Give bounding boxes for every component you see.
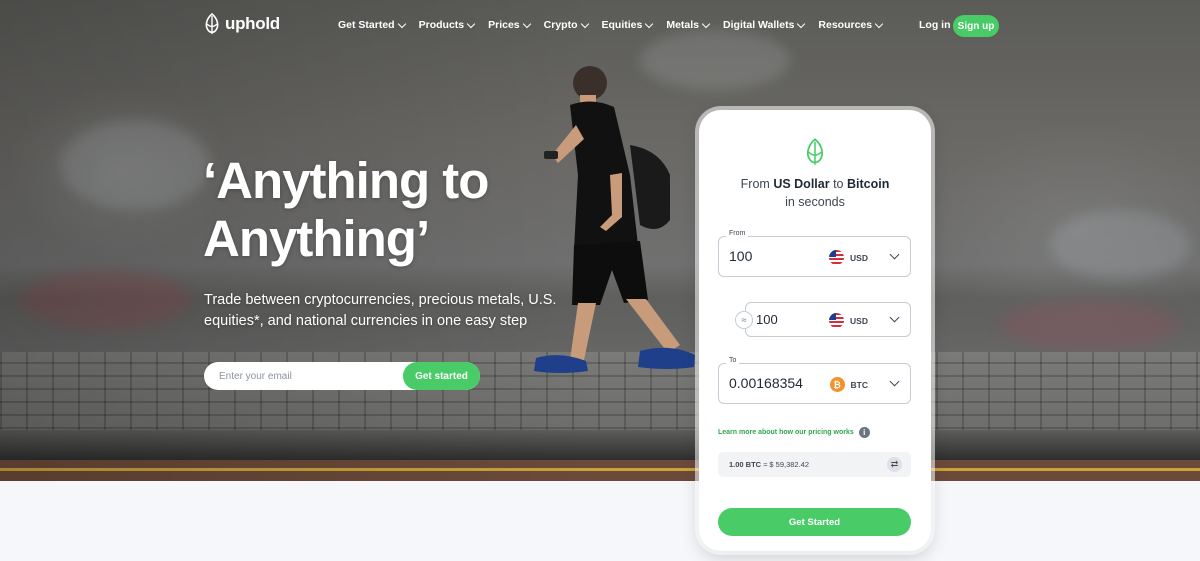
rate-quote: ≈ $ 59,382.42: [763, 460, 810, 469]
pricing-link-text: Learn more about how our pricing works: [718, 429, 854, 436]
title-prefix: From: [740, 177, 770, 191]
chevron-down-icon: [797, 19, 806, 28]
hero-background: [0, 0, 1200, 481]
to-label: To: [726, 357, 740, 364]
nav-item-label: Prices: [488, 19, 520, 31]
rate-text: 1.00 BTC ≈ $ 59,382.42: [729, 460, 809, 469]
nav-metals[interactable]: Metals: [666, 19, 711, 31]
nav-item-label: Crypto: [543, 19, 578, 31]
hero-subtext: Trade between cryptocurrencies, precious…: [204, 292, 557, 329]
title-suffix: in seconds: [785, 195, 845, 209]
title-to-currency: Bitcoin: [846, 177, 890, 191]
info-icon: i: [858, 427, 870, 438]
widget-get-started-button[interactable]: Get Started: [718, 508, 911, 536]
get-started-button[interactable]: Get started: [403, 362, 480, 390]
us-flag-icon: [829, 250, 845, 265]
nav-item-label: Digital Wallets: [723, 19, 795, 31]
chevron-down-icon: [701, 19, 711, 28]
nav-resources[interactable]: Resources: [818, 19, 884, 31]
nav-get-started[interactable]: Get Started: [338, 19, 406, 31]
pricing-info-link[interactable]: Learn more about how our pricing works i: [718, 427, 870, 438]
chevron-down-icon: [397, 19, 406, 28]
headline-line-2: Anything’: [203, 210, 430, 267]
logo-text: uphold: [225, 14, 280, 33]
headline-line-1: ‘Anything to: [203, 152, 489, 209]
email-signup-form: Get started: [204, 362, 480, 390]
uphold-logo[interactable]: uphold: [204, 13, 280, 35]
from-currency-select[interactable]: USD: [829, 250, 868, 265]
nav-digital-wallets[interactable]: Digital Wallets: [723, 19, 806, 31]
conversion-widget: From US Dollar to Bitcoin in seconds Fro…: [699, 110, 931, 551]
top-nav: uphold Get Started Products Prices Crypt…: [0, 0, 1200, 52]
chevron-down-icon[interactable]: [889, 249, 900, 260]
uphold-leaf-icon: [806, 138, 824, 165]
to-amount[interactable]: 0.00168354: [729, 375, 803, 391]
nav-item-label: Resources: [818, 19, 873, 31]
nav-crypto[interactable]: Crypto: [543, 19, 589, 31]
chevron-down-icon: [522, 19, 531, 28]
uphold-leaf-icon: [205, 13, 219, 34]
chevron-down-icon: [645, 19, 654, 28]
chevron-down-icon: [466, 19, 476, 28]
nav-equities[interactable]: Equities: [601, 19, 654, 31]
email-input[interactable]: [204, 362, 404, 390]
rate-base: 1.00 BTC: [729, 460, 762, 469]
login-link[interactable]: Log in: [919, 19, 951, 31]
nav-item-label: Get Started: [338, 19, 395, 31]
swap-currency-select[interactable]: USD: [829, 313, 868, 328]
nav-item-label: Products: [418, 19, 465, 31]
nav-prices[interactable]: Prices: [488, 19, 531, 31]
from-label: From: [726, 230, 749, 237]
nav-products[interactable]: Products: [418, 19, 476, 31]
nav-item-label: Metals: [666, 19, 700, 31]
widget-title: From US Dollar to Bitcoin in seconds: [699, 175, 931, 211]
signup-button[interactable]: Sign up: [953, 15, 999, 37]
chevron-down-icon[interactable]: [889, 376, 900, 387]
swap-currency-code: USD: [850, 315, 868, 326]
equals-icon[interactable]: ≈: [735, 311, 753, 329]
swap-arrows-icon[interactable]: ⇄: [887, 457, 902, 472]
chevron-down-icon: [580, 19, 589, 28]
title-mid: to: [833, 177, 844, 191]
title-from-currency: US Dollar: [773, 177, 830, 191]
nav-item-label: Equities: [601, 19, 643, 31]
nav-menu: Get Started Products Prices Crypto Equit…: [338, 19, 884, 31]
swap-amount[interactable]: 100: [756, 312, 778, 327]
exchange-rate: 1.00 BTC ≈ $ 59,382.42 ⇄: [718, 452, 911, 477]
us-flag-icon: [829, 313, 845, 328]
to-currency-code: BTC: [850, 379, 868, 390]
swap-field[interactable]: 100 USD: [745, 302, 911, 337]
to-field[interactable]: To 0.00168354 ₿ BTC: [718, 357, 911, 404]
chevron-down-icon[interactable]: [889, 312, 900, 323]
from-field[interactable]: From 100 USD: [718, 230, 911, 277]
from-currency-code: USD: [850, 252, 868, 263]
to-currency-select[interactable]: ₿ BTC: [829, 377, 868, 392]
hero-headline: ‘Anything to Anything’: [203, 152, 489, 268]
from-amount[interactable]: 100: [729, 248, 752, 264]
chevron-down-icon: [874, 19, 884, 28]
bitcoin-icon: ₿: [829, 377, 845, 392]
